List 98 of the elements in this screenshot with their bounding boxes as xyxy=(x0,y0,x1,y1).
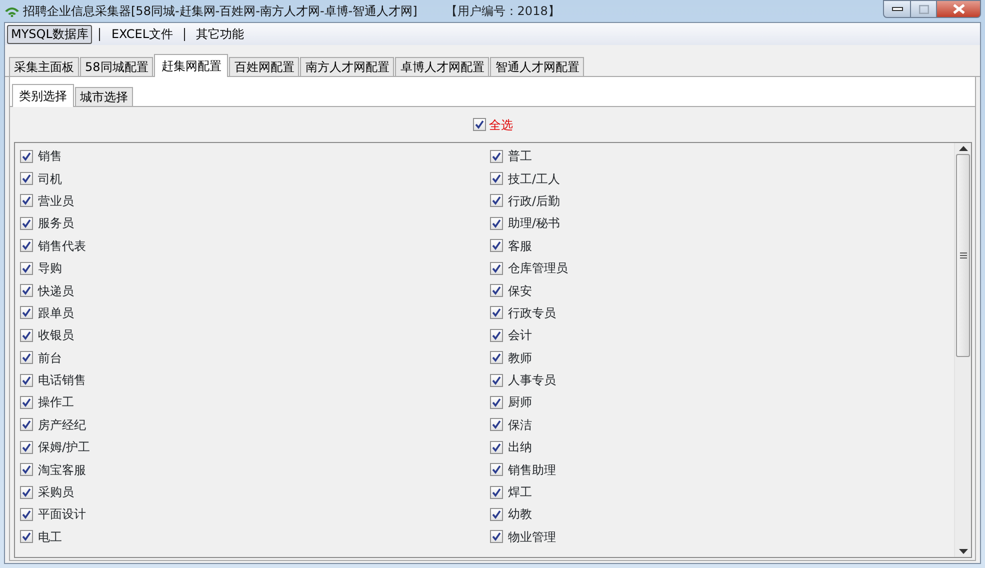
checkbox[interactable] xyxy=(20,328,33,342)
window-title: 招聘企业信息采集器[58同城-赶集网-百姓网-南方人才网-卓博-智通人才网] xyxy=(23,3,418,20)
checkbox[interactable] xyxy=(20,530,33,544)
category-label: 导购 xyxy=(38,260,62,278)
category-label: 电工 xyxy=(38,528,62,546)
category-label: 收银员 xyxy=(38,327,74,344)
category-label: 电话销售 xyxy=(38,372,86,390)
scroll-up-icon[interactable] xyxy=(958,146,968,151)
checkbox[interactable] xyxy=(490,396,503,409)
checkbox[interactable] xyxy=(490,216,503,230)
menu-item[interactable]: MYSQL数据库 xyxy=(7,24,92,44)
tab[interactable]: 百姓网配置 xyxy=(229,57,300,76)
category-label: 厨师 xyxy=(508,394,532,412)
grip-icon xyxy=(960,252,966,259)
checkbox[interactable] xyxy=(490,374,503,387)
checkbox[interactable] xyxy=(490,440,503,454)
scroll-down-icon[interactable] xyxy=(958,549,968,554)
category-label: 保洁 xyxy=(508,416,532,434)
tab[interactable]: 赶集网配置 xyxy=(154,54,228,77)
app-icon xyxy=(4,5,20,17)
checkbox[interactable] xyxy=(490,262,503,275)
subtab[interactable]: 城市选择 xyxy=(75,87,133,106)
checkbox[interactable] xyxy=(490,328,503,342)
category-label: 仓库管理员 xyxy=(508,260,568,278)
checkbox[interactable] xyxy=(20,262,33,275)
checkbox[interactable] xyxy=(20,351,33,364)
checkbox[interactable] xyxy=(490,239,503,252)
category-label: 销售助理 xyxy=(508,462,556,479)
category-label: 司机 xyxy=(38,170,62,188)
checkbox[interactable] xyxy=(490,508,503,521)
tab[interactable]: 采集主面板 xyxy=(9,57,79,76)
checkbox[interactable] xyxy=(490,418,503,432)
checkbox[interactable] xyxy=(20,418,33,432)
checkbox[interactable] xyxy=(20,239,33,252)
checkbox[interactable] xyxy=(20,172,33,186)
category-label: 出纳 xyxy=(508,439,532,456)
tab[interactable]: 南方人才网配置 xyxy=(300,57,394,76)
category-label: 跟单员 xyxy=(38,304,74,322)
checkbox[interactable] xyxy=(20,284,33,298)
user-id-label: 【用户编号：2018】 xyxy=(445,3,560,20)
minimize-icon xyxy=(892,7,902,11)
category-label: 行政专员 xyxy=(508,304,556,322)
checkbox[interactable] xyxy=(20,150,33,163)
category-label: 平面设计 xyxy=(38,506,86,524)
category-label: 幼教 xyxy=(508,506,532,524)
checkbox[interactable] xyxy=(473,118,486,131)
category-label: 教师 xyxy=(508,350,532,367)
checkbox[interactable] xyxy=(490,463,503,476)
category-label: 保安 xyxy=(508,282,532,300)
checkbox[interactable] xyxy=(490,172,503,186)
subtab[interactable]: 类别选择 xyxy=(12,84,74,107)
maximize-icon xyxy=(918,4,928,14)
checkbox[interactable] xyxy=(20,486,33,499)
scrollbar-thumb[interactable] xyxy=(956,154,970,357)
checkbox[interactable] xyxy=(490,150,503,163)
close-icon xyxy=(952,4,964,14)
category-label: 销售代表 xyxy=(38,238,86,255)
category-label: 人事专员 xyxy=(508,372,556,390)
checkbox[interactable] xyxy=(20,396,33,409)
category-label: 销售 xyxy=(38,148,62,166)
checkbox[interactable] xyxy=(490,530,503,544)
category-label: 采购员 xyxy=(38,484,74,502)
category-label: 技工/工人 xyxy=(508,170,560,188)
checkbox[interactable] xyxy=(490,306,503,320)
category-label: 操作工 xyxy=(38,394,74,412)
category-label: 普工 xyxy=(508,148,532,166)
category-label: 房产经纪 xyxy=(38,416,86,434)
checkbox[interactable] xyxy=(490,284,503,298)
category-label: 服务员 xyxy=(38,215,74,232)
category-label: 物业管理 xyxy=(508,528,556,546)
category-label: 快递员 xyxy=(38,282,74,300)
minimize-button[interactable] xyxy=(883,0,911,18)
checkbox[interactable] xyxy=(20,194,33,208)
category-label: 前台 xyxy=(38,350,62,367)
category-label: 淘宝客服 xyxy=(38,462,86,479)
category-label: 会计 xyxy=(508,327,532,344)
select-all-label: 全选 xyxy=(489,116,513,134)
category-label: 行政/后勤 xyxy=(508,192,560,210)
category-label: 营业员 xyxy=(38,192,74,210)
checkbox[interactable] xyxy=(20,463,33,476)
category-label: 客服 xyxy=(508,238,532,255)
checkbox[interactable] xyxy=(490,194,503,208)
tab[interactable]: 58同城配置 xyxy=(80,57,154,76)
checkbox[interactable] xyxy=(20,508,33,521)
close-button[interactable] xyxy=(937,0,981,18)
checkbox[interactable] xyxy=(490,351,503,364)
category-label: 焊工 xyxy=(508,484,532,502)
category-label: 助理/秘书 xyxy=(508,215,560,232)
tab[interactable]: 卓博人才网配置 xyxy=(395,57,490,76)
tab[interactable]: 智通人才网配置 xyxy=(490,57,584,76)
checkbox[interactable] xyxy=(20,216,33,230)
menu-item[interactable]: EXCEL文件 xyxy=(107,24,178,44)
checkbox[interactable] xyxy=(20,306,33,320)
category-label: 保姆/护工 xyxy=(38,439,90,456)
checkbox[interactable] xyxy=(20,440,33,454)
checkbox[interactable] xyxy=(20,374,33,387)
menu-item[interactable]: 其它功能 xyxy=(192,24,248,44)
checkbox[interactable] xyxy=(490,486,503,499)
